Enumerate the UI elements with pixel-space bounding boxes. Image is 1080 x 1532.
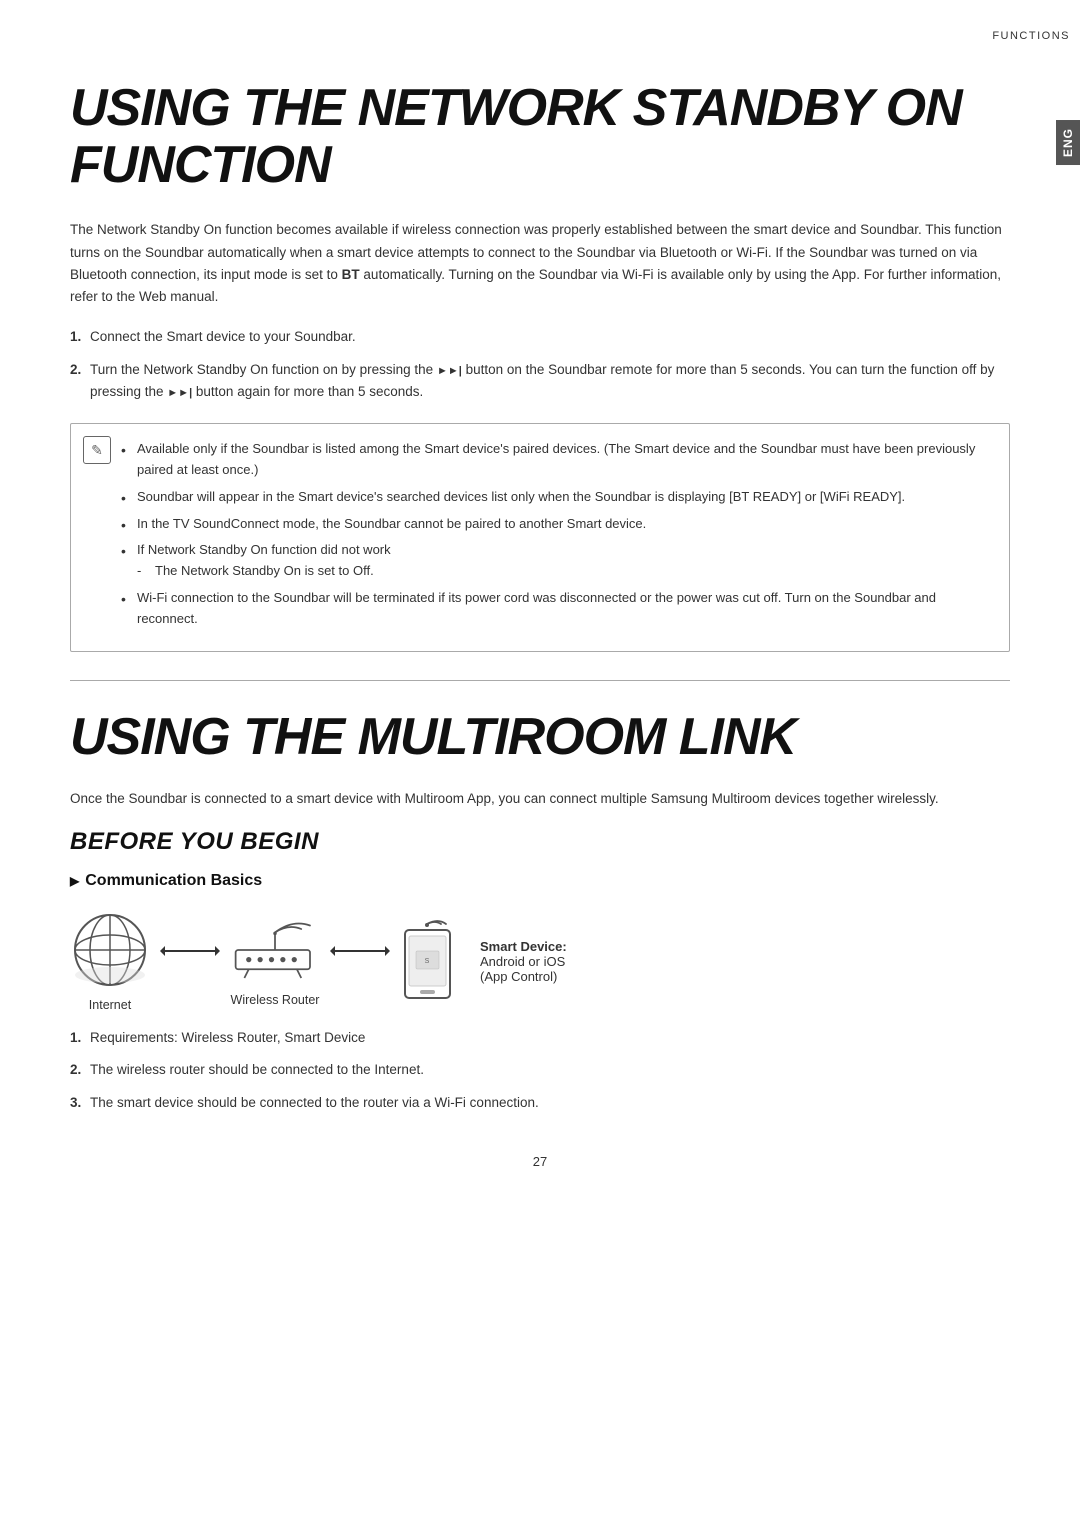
note-icon	[83, 436, 111, 464]
arrow-1	[160, 941, 220, 961]
svg-text:S: S	[425, 958, 430, 965]
arrow-2	[330, 941, 390, 961]
functions-label: FUNCTIONS	[992, 30, 1080, 42]
note-item-5: Wi-Fi connection to the Soundbar will be…	[121, 588, 989, 630]
internet-item: Internet	[70, 910, 150, 1012]
requirements-list: 1. Requirements: Wireless Router, Smart …	[70, 1027, 1010, 1114]
smart-device-svg-icon: S	[400, 916, 455, 1006]
req-1: 1. Requirements: Wireless Router, Smart …	[70, 1027, 1010, 1049]
note-item-4: If Network Standby On function did not w…	[121, 540, 989, 582]
before-you-begin-title: BEFORE YOU BEGIN	[70, 828, 1010, 856]
eng-tab: ENG	[1056, 120, 1080, 165]
router-svg-icon	[230, 915, 320, 985]
page-container: FUNCTIONS ENG USING THE NETWORK STANDBY …	[0, 0, 1080, 1532]
communication-diagram: Internet	[70, 910, 1010, 1012]
note-sub-item: The Network Standby On is set to Off.	[137, 561, 989, 582]
step-2: 2. Turn the Network Standby On function …	[70, 359, 1010, 404]
router-item: Wireless Router	[230, 915, 320, 1007]
note-item-2: Soundbar will appear in the Smart device…	[121, 487, 989, 508]
note-box: Available only if the Soundbar is listed…	[70, 423, 1010, 651]
smart-device-item: S Smart Device: Android or iOS (App Cont…	[400, 916, 567, 1006]
router-label: Wireless Router	[231, 993, 320, 1007]
section1-steps: 1. Connect the Smart device to your Soun…	[70, 326, 1010, 403]
req-2: 2. The wireless router should be connect…	[70, 1059, 1010, 1081]
internet-label: Internet	[89, 998, 131, 1012]
section1-title: USING THE NETWORK STANDBY ON FUNCTION	[70, 80, 1010, 194]
step-1: 1. Connect the Smart device to your Soun…	[70, 326, 1010, 348]
section2-intro: Once the Soundbar is connected to a smar…	[70, 788, 1010, 810]
comm-basics-title: Communication Basics	[70, 872, 1010, 890]
note-list: Available only if the Soundbar is listed…	[121, 439, 989, 629]
globe-icon	[70, 910, 150, 990]
smart-device-label: Smart Device: Android or iOS (App Contro…	[480, 939, 567, 984]
req-3: 3. The smart device should be connected …	[70, 1092, 1010, 1114]
section2-title: USING THE MULTIROOM LINK	[70, 709, 1010, 766]
note-item-1: Available only if the Soundbar is listed…	[121, 439, 989, 481]
section-divider	[70, 680, 1010, 681]
note-item-3: In the TV SoundConnect mode, the Soundba…	[121, 514, 989, 535]
section1-intro: The Network Standby On function becomes …	[70, 219, 1010, 308]
page-number: 27	[70, 1154, 1010, 1169]
